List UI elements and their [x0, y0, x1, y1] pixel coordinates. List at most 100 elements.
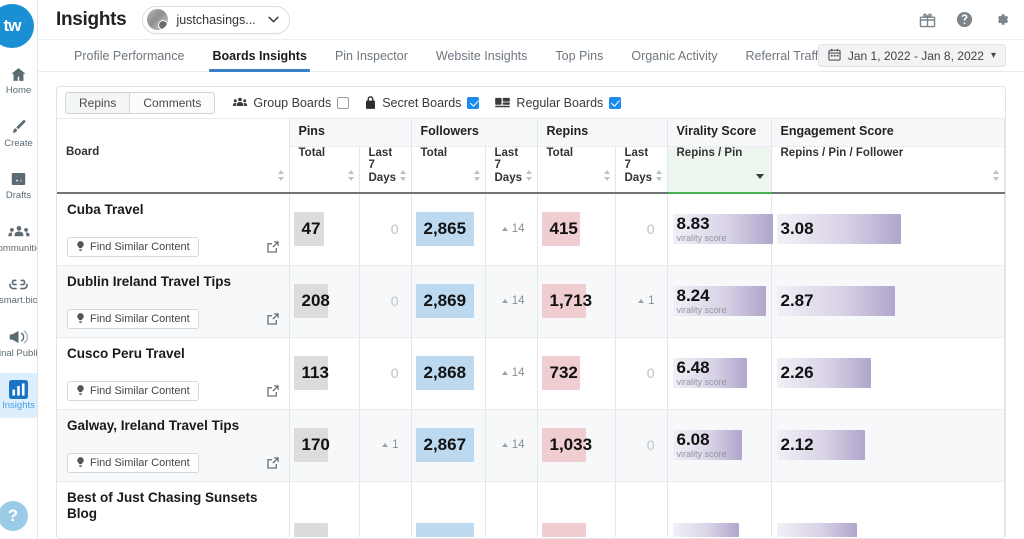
sort-icon[interactable] [655, 170, 663, 181]
metric-value: 0 [390, 293, 399, 309]
secret-boards-checkbox[interactable] [467, 96, 480, 109]
virality-score-cell: 6.48 virality score [667, 337, 772, 410]
sidebar-item-label: Communities [0, 242, 37, 254]
engagement-score-cell [771, 481, 1005, 537]
tab-boards-insights[interactable]: Boards Insights [198, 40, 320, 72]
tab-pin-inspector[interactable]: Pin Inspector [321, 40, 422, 71]
lightbulb-icon [77, 385, 84, 396]
sort-icon[interactable] [993, 170, 1000, 181]
sidebar-item-original-publisher[interactable]: Original Publisher [0, 321, 37, 366]
gear-icon[interactable] [993, 11, 1010, 28]
boards-table-wrap[interactable]: Pins Followers Repins Virality Score Eng… [57, 119, 1005, 537]
table-row[interactable]: Best of Just Chasing Sunsets Blog [57, 481, 1005, 537]
followers-total-cell: 2,869 [411, 265, 486, 338]
pins-total-cell: 47 [289, 193, 360, 266]
sort-desc-icon[interactable] [755, 174, 764, 179]
filter-bar: Repins Comments Group Boards Secret Boar… [57, 87, 1005, 119]
help-icon[interactable] [956, 11, 973, 28]
metric-value: 0 [646, 221, 655, 238]
score-value: 2.87 [780, 291, 814, 310]
col-pins-total[interactable]: Total [289, 146, 360, 194]
table-body: Cuba Travel Find Similar Content 47 0 2,… [57, 193, 1005, 537]
sidebar-item-drafts[interactable]: Drafts [0, 163, 37, 208]
open-external-icon[interactable] [266, 456, 279, 472]
pins-total-cell: 208 [289, 265, 360, 338]
col-label: Last 7 Days [494, 146, 523, 184]
tab-organic-activity[interactable]: Organic Activity [617, 40, 731, 71]
comments-toggle[interactable]: Comments [130, 91, 216, 114]
sort-icon[interactable] [399, 170, 407, 181]
score-value: 3.08 [780, 219, 814, 239]
pins-total-cell: 113 [289, 337, 360, 410]
lock-icon [365, 96, 376, 109]
table-row[interactable]: Cuba Travel Find Similar Content 47 0 2,… [57, 193, 1005, 266]
sidebar: tw Home Create Drafts mmuniti smart.bio … [0, 0, 38, 539]
group-header-engagement-score: Engagement Score [771, 119, 1005, 147]
sidebar-item-home[interactable]: Home [0, 58, 37, 103]
col-label: Total [298, 146, 326, 159]
col-repins-total[interactable]: Total [537, 146, 616, 194]
sidebar-item-create[interactable]: Create [0, 111, 37, 156]
gift-icon[interactable] [919, 12, 936, 28]
table-row[interactable]: Dublin Ireland Travel Tips Find Similar … [57, 265, 1005, 338]
table-row[interactable]: Galway, Ireland Travel Tips Find Similar… [57, 409, 1005, 482]
col-repins-per-pin-per-follower[interactable]: Repins / Pin / Follower [771, 146, 1005, 194]
sidebar-item-insights[interactable]: Insights [0, 373, 37, 418]
filter-secret-boards[interactable]: Secret Boards [365, 96, 480, 110]
find-similar-label: Find Similar Content [90, 384, 190, 397]
sidebar-item-label: Home [5, 85, 32, 96]
tab-profile-performance[interactable]: Profile Performance [60, 40, 198, 71]
open-external-icon[interactable] [266, 312, 279, 328]
regular-boards-checkbox[interactable] [609, 96, 622, 109]
help-fab-button[interactable]: ? [0, 501, 28, 531]
find-similar-content-button[interactable]: Find Similar Content [67, 452, 199, 473]
open-external-icon[interactable] [266, 240, 279, 256]
col-pins-last7[interactable]: Last 7 Days [359, 146, 412, 194]
people-icon [7, 222, 30, 242]
sort-icon[interactable] [347, 170, 355, 181]
sidebar-item-label: Create [4, 137, 33, 149]
followers-last7-cell [485, 481, 538, 537]
repins-total-cell: 1,033 [537, 409, 616, 482]
find-similar-content-button[interactable]: Find Similar Content [67, 380, 199, 401]
sort-icon[interactable] [525, 170, 533, 181]
col-followers-total[interactable]: Total [411, 146, 486, 194]
metric-value: 2,868 [423, 363, 467, 382]
sort-icon[interactable] [277, 170, 285, 181]
col-followers-last7[interactable]: Last 7 Days [485, 146, 538, 194]
tab-top-pins[interactable]: Top Pins [541, 40, 617, 71]
table-row[interactable]: Cusco Peru Travel Find Similar Content 1… [57, 337, 1005, 410]
pins-total-cell [289, 481, 360, 537]
pins-last7-cell: 0 [359, 265, 412, 338]
col-board[interactable]: Board [57, 146, 290, 194]
open-external-icon[interactable] [266, 384, 279, 400]
delta-value: 14 [501, 223, 525, 235]
pins-last7-cell: 1 [359, 409, 412, 482]
metric-value: 415 [549, 219, 578, 239]
repins-last7-cell: 0 [615, 409, 668, 482]
delta-value: 14 [501, 367, 525, 379]
repins-toggle[interactable]: Repins [65, 91, 131, 114]
metric-value: 170 [301, 435, 330, 454]
sidebar-item-communities[interactable]: Communities [0, 216, 37, 261]
sort-icon[interactable] [473, 170, 481, 181]
find-similar-content-button[interactable]: Find Similar Content [67, 236, 199, 257]
col-label: Repins / Pin / Follower [780, 146, 904, 159]
tab-website-insights[interactable]: Website Insights [422, 40, 541, 71]
link-icon [8, 274, 30, 294]
date-range-picker[interactable]: Jan 1, 2022 - Jan 8, 2022 ▾ [817, 44, 1006, 67]
delta-value: 14 [501, 295, 525, 307]
profile-selector[interactable]: justchasings... [142, 5, 290, 34]
board-cell: Galway, Ireland Travel Tips Find Similar… [57, 409, 290, 482]
filter-group-boards[interactable]: Group Boards [233, 96, 350, 110]
board-name: Cuba Travel [67, 202, 144, 217]
col-repins-last7[interactable]: Last 7 Days [615, 146, 668, 194]
sidebar-item-smartbio[interactable]: smart.bio [0, 268, 37, 313]
col-repins-per-pin[interactable]: Repins / Pin [667, 146, 772, 194]
filter-regular-boards[interactable]: Regular Boards [495, 96, 622, 110]
sort-icon[interactable] [603, 170, 611, 181]
group-boards-checkbox[interactable] [337, 96, 350, 109]
find-similar-content-button[interactable]: Find Similar Content [67, 308, 199, 329]
followers-last7-cell: 14 [485, 193, 538, 266]
metric-value: 1,713 [549, 291, 593, 310]
